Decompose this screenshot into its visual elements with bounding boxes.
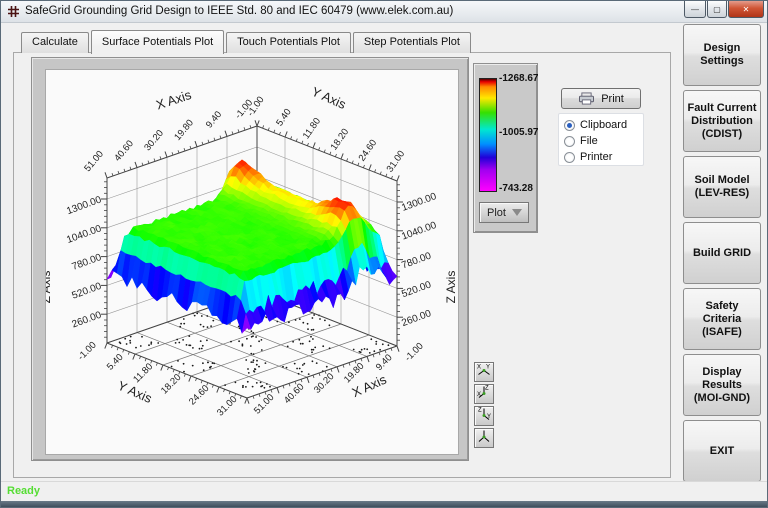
svg-text:18.20: 18.20 xyxy=(329,127,352,153)
color-scale: -1268.67 -1005.97 -743.28 Plot xyxy=(473,63,538,233)
surface-plot-panel: -1.009.4019.8030.2040.6051.00-1.005.4011… xyxy=(31,57,469,461)
svg-text:31.00: 31.00 xyxy=(215,394,240,419)
sidebar-button-build-grid[interactable]: Build GRID xyxy=(683,222,761,284)
svg-text:1040.00: 1040.00 xyxy=(65,223,103,246)
tab-calculate[interactable]: Calculate xyxy=(21,32,89,53)
sidebar-button-soil-model[interactable]: Soil Model (LEV-RES) xyxy=(683,156,761,218)
titlebar[interactable]: SafeGrid Grounding Grid Design to IEEE S… xyxy=(1,1,767,23)
svg-text:11.80: 11.80 xyxy=(131,361,155,385)
print-button[interactable]: Print xyxy=(561,88,641,109)
svg-text:Z: Z xyxy=(478,407,482,413)
sidebar-button-design-settings[interactable]: Design Settings xyxy=(683,24,761,86)
svg-text:Z: Z xyxy=(485,385,489,391)
svg-text:1300.00: 1300.00 xyxy=(65,194,103,217)
svg-text:1040.00: 1040.00 xyxy=(400,220,438,243)
radio-selected-icon xyxy=(564,120,575,131)
chevron-down-icon xyxy=(512,209,522,216)
view-xy-button[interactable]: XY xyxy=(474,362,494,382)
svg-text:-1.00: -1.00 xyxy=(76,340,99,363)
svg-text:24.60: 24.60 xyxy=(187,383,212,408)
tab-step-potentials-plot[interactable]: Step Potentials Plot xyxy=(353,32,471,53)
svg-text:1300.00: 1300.00 xyxy=(400,191,438,214)
app-grid-icon xyxy=(7,5,20,18)
svg-text:Z Axis: Z Axis xyxy=(46,271,53,304)
plot-dropdown-label: Plot xyxy=(487,207,506,219)
view-3d-icon xyxy=(476,428,492,449)
svg-text:260.00: 260.00 xyxy=(71,310,104,331)
view-3d-button[interactable] xyxy=(474,428,494,448)
status-bar: Ready xyxy=(1,481,767,501)
svg-text:30.20: 30.20 xyxy=(142,128,166,153)
svg-text:24.60: 24.60 xyxy=(357,138,380,164)
sidebar-button-exit[interactable]: EXIT xyxy=(683,420,761,482)
maximize-button[interactable]: ▢ xyxy=(707,1,727,18)
plot-dropdown[interactable]: Plot xyxy=(479,202,529,223)
svg-text:520.00: 520.00 xyxy=(400,279,433,300)
svg-text:X: X xyxy=(477,364,481,370)
view-xz-button[interactable]: XZ xyxy=(474,384,494,404)
svg-text:51.00: 51.00 xyxy=(82,149,106,174)
window-controls: —▢✕ xyxy=(683,1,764,18)
svg-text:X Axis: X Axis xyxy=(154,87,193,113)
plot-canvas[interactable]: -1.009.4019.8030.2040.6051.00-1.005.4011… xyxy=(45,69,459,455)
svg-text:19.80: 19.80 xyxy=(172,118,196,143)
window-title: SafeGrid Grounding Grid Design to IEEE S… xyxy=(25,5,453,17)
view-zy-button[interactable]: ZY xyxy=(474,406,494,426)
svg-text:Y Axis: Y Axis xyxy=(309,84,348,113)
window-bottom-frame xyxy=(1,501,767,508)
svg-text:Y: Y xyxy=(486,364,490,370)
app-window: SafeGrid Grounding Grid Design to IEEE S… xyxy=(0,0,768,508)
view-xy-icon: XY xyxy=(476,362,492,383)
svg-text:31.00: 31.00 xyxy=(385,149,408,175)
svg-text:Z Axis: Z Axis xyxy=(444,271,458,304)
print-button-label: Print xyxy=(601,93,624,105)
svg-text:9.40: 9.40 xyxy=(374,352,395,373)
svg-text:40.60: 40.60 xyxy=(112,138,136,163)
svg-text:520.00: 520.00 xyxy=(71,281,104,302)
svg-text:51.00: 51.00 xyxy=(252,392,277,417)
svg-text:11.80: 11.80 xyxy=(301,116,323,141)
view-zy-icon: ZY xyxy=(476,406,492,427)
radio-icon xyxy=(564,152,575,163)
scale-mid-label: -1005.97 xyxy=(499,127,538,138)
tab-touch-potentials-plot[interactable]: Touch Potentials Plot xyxy=(226,32,351,53)
svg-text:40.60: 40.60 xyxy=(282,382,307,407)
svg-text:9.40: 9.40 xyxy=(204,109,224,130)
print-destination-group: Clipboard File Printer xyxy=(558,113,644,166)
color-gradient-bar xyxy=(479,78,497,192)
svg-text:780.00: 780.00 xyxy=(71,252,104,273)
radio-file[interactable]: File xyxy=(564,133,643,149)
printer-icon xyxy=(578,92,595,105)
scale-min-label: -743.28 xyxy=(499,183,533,194)
tab-strip: CalculateSurface Potentials PlotTouch Po… xyxy=(21,30,473,53)
close-button[interactable]: ✕ xyxy=(728,1,764,18)
radio-clipboard[interactable]: Clipboard xyxy=(564,117,643,133)
svg-text:260.00: 260.00 xyxy=(400,308,433,329)
svg-text:-1.00: -1.00 xyxy=(245,95,266,119)
svg-text:5.40: 5.40 xyxy=(105,352,126,373)
sidebar-button-safety-criteria[interactable]: Safety Criteria (ISAFE) xyxy=(683,288,761,350)
radio-printer[interactable]: Printer xyxy=(564,149,643,165)
radio-label: Printer xyxy=(580,151,612,163)
surface-plot-3d[interactable]: -1.009.4019.8030.2040.6051.00-1.005.4011… xyxy=(46,70,458,454)
radio-label: File xyxy=(580,135,598,147)
sidebar-button-fault-current-distribution[interactable]: Fault Current Distribution (CDIST) xyxy=(683,90,761,152)
minimize-button[interactable]: — xyxy=(684,1,706,18)
svg-text:30.20: 30.20 xyxy=(312,371,337,396)
scale-max-label: -1268.67 xyxy=(499,73,538,84)
svg-text:780.00: 780.00 xyxy=(400,250,433,271)
tab-surface-potentials-plot[interactable]: Surface Potentials Plot xyxy=(91,30,224,54)
radio-label: Clipboard xyxy=(580,119,627,131)
view-xz-icon: XZ xyxy=(476,384,492,405)
radio-icon xyxy=(564,136,575,147)
svg-text:5.40: 5.40 xyxy=(274,107,294,128)
status-text: Ready xyxy=(7,485,40,497)
svg-text:18.20: 18.20 xyxy=(159,372,184,397)
svg-text:-1.00: -1.00 xyxy=(403,341,426,364)
sidebar-button-display-results[interactable]: Display Results (MOI-GND) xyxy=(683,354,761,416)
view-buttons: XYXZZY xyxy=(474,362,494,450)
